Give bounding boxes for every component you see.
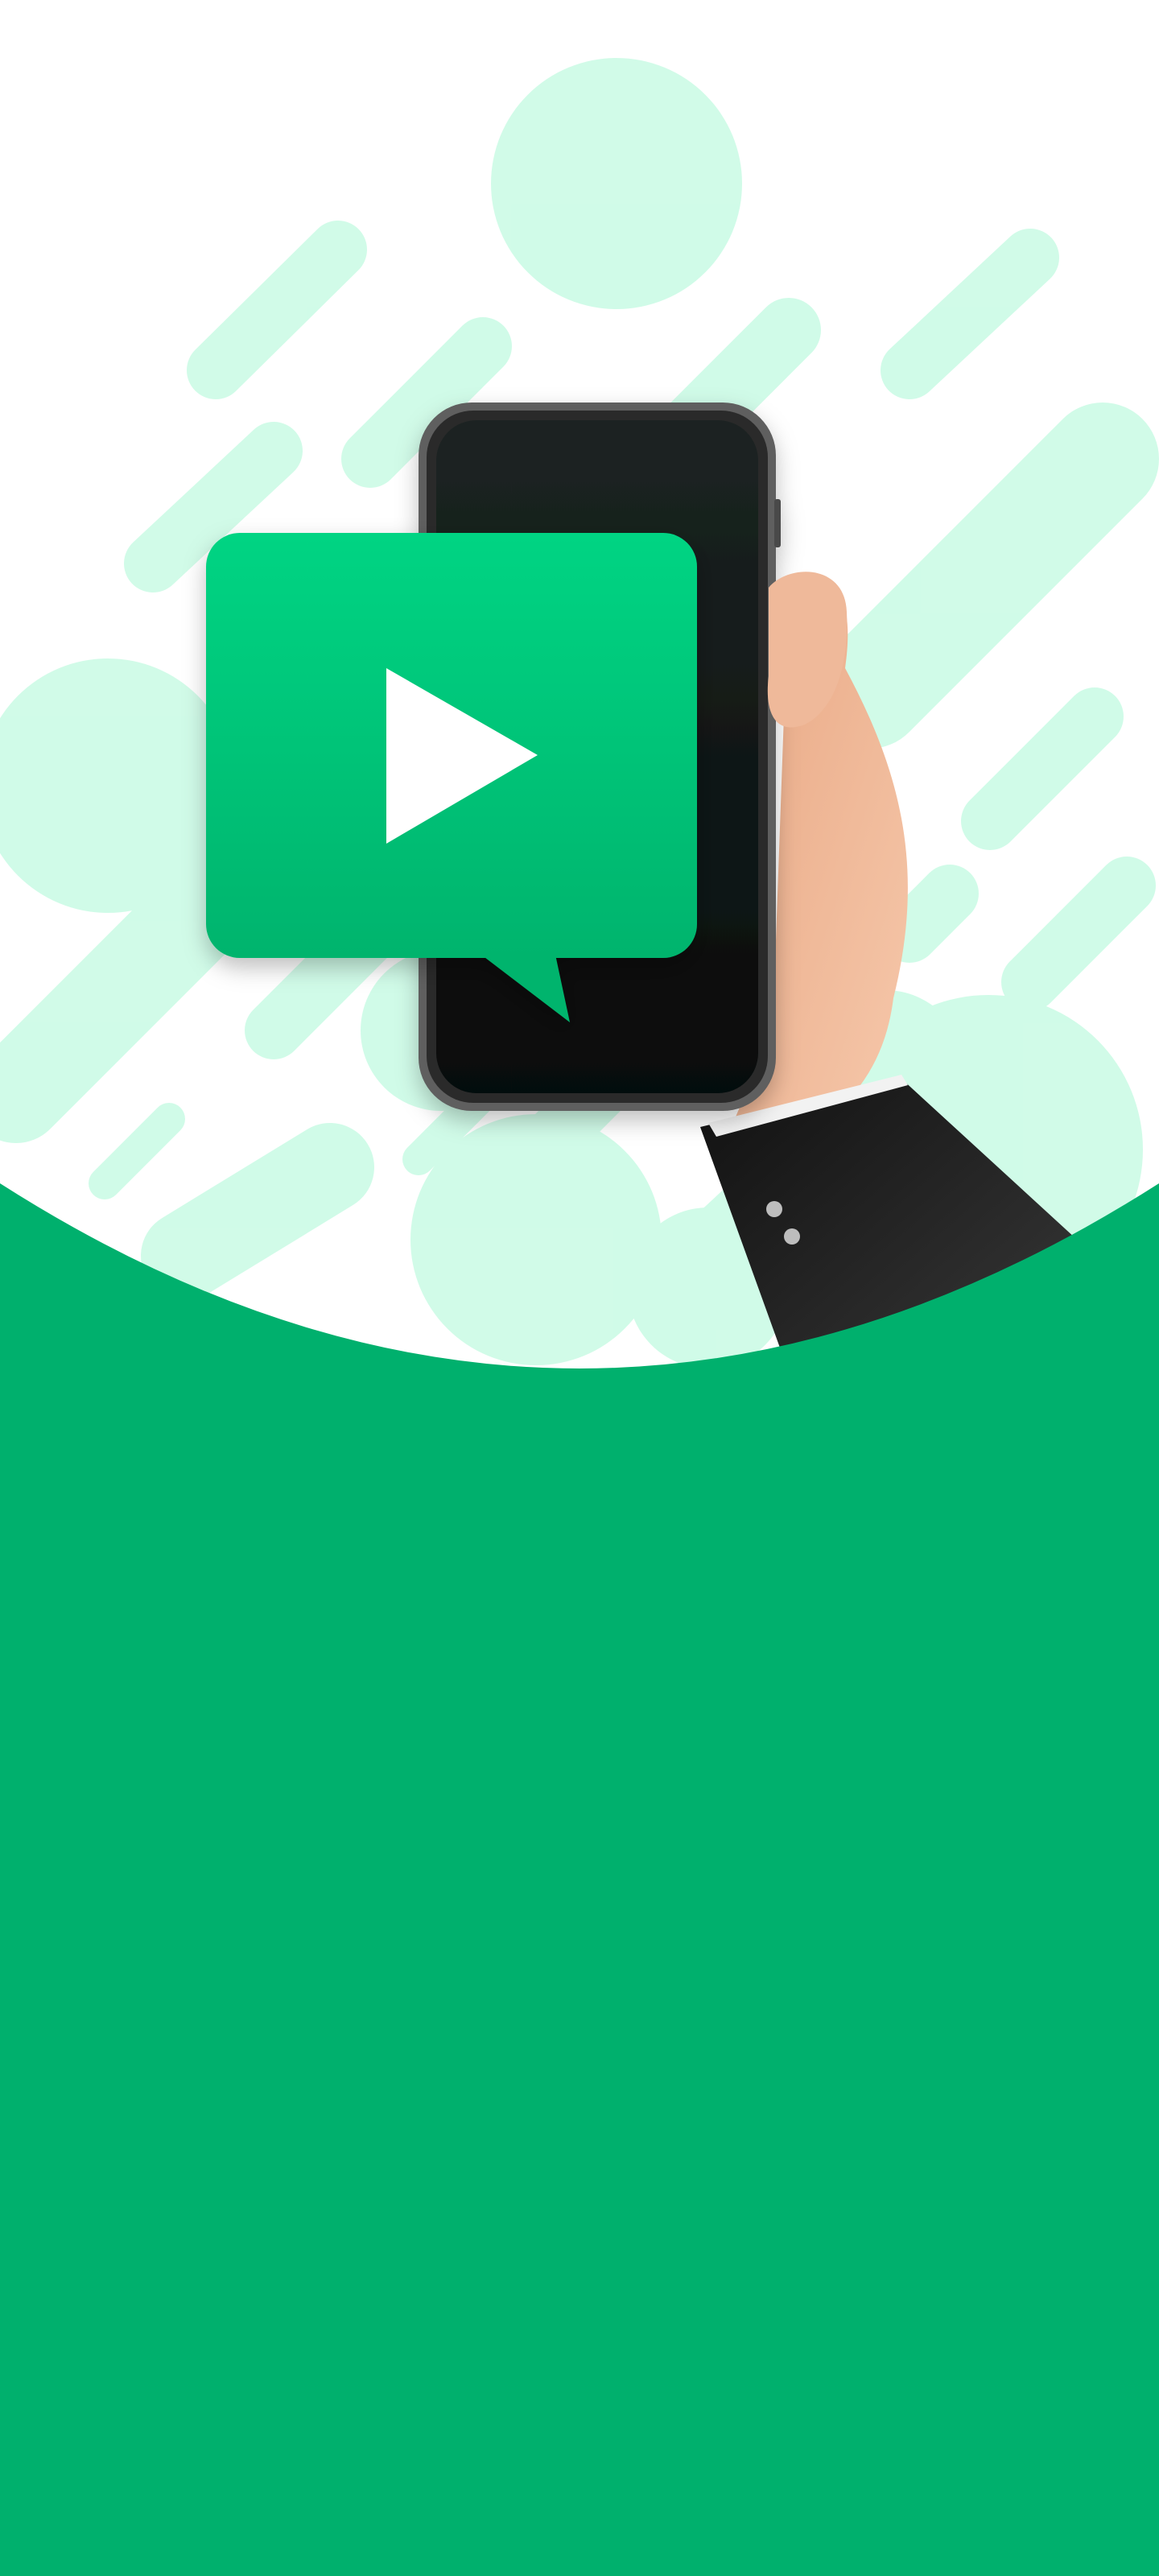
onboarding-screen xyxy=(0,0,1159,2576)
bottom-panel xyxy=(0,1368,1159,2576)
